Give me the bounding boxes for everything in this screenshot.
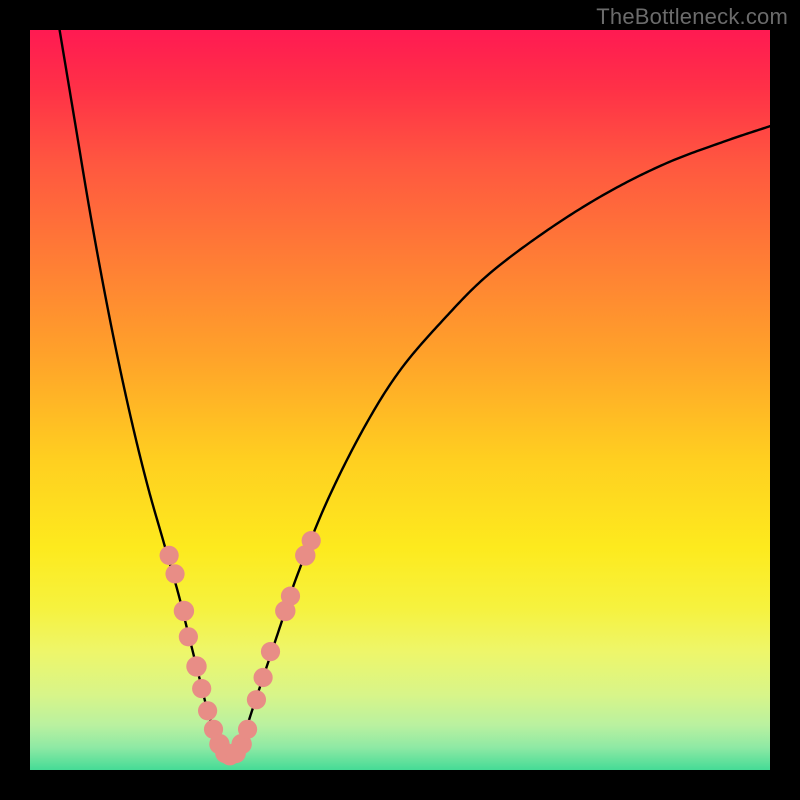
data-marker — [238, 720, 257, 739]
data-marker — [179, 627, 198, 646]
chart-frame: TheBottleneck.com — [0, 0, 800, 800]
data-marker — [247, 690, 266, 709]
chart-plot-area — [30, 30, 770, 770]
data-marker — [192, 679, 211, 698]
curve-right-branch — [230, 126, 770, 755]
data-marker — [302, 531, 321, 550]
chart-svg — [30, 30, 770, 770]
data-marker — [254, 668, 273, 687]
curve-group — [60, 30, 770, 755]
curve-left-branch — [60, 30, 230, 755]
data-marker — [261, 642, 280, 661]
marker-group — [160, 531, 321, 765]
data-marker — [281, 587, 300, 606]
data-marker — [174, 601, 194, 621]
watermark-label: TheBottleneck.com — [596, 4, 788, 30]
data-marker — [165, 564, 184, 583]
data-marker — [198, 701, 217, 720]
data-marker — [160, 546, 179, 565]
data-marker — [186, 656, 206, 676]
